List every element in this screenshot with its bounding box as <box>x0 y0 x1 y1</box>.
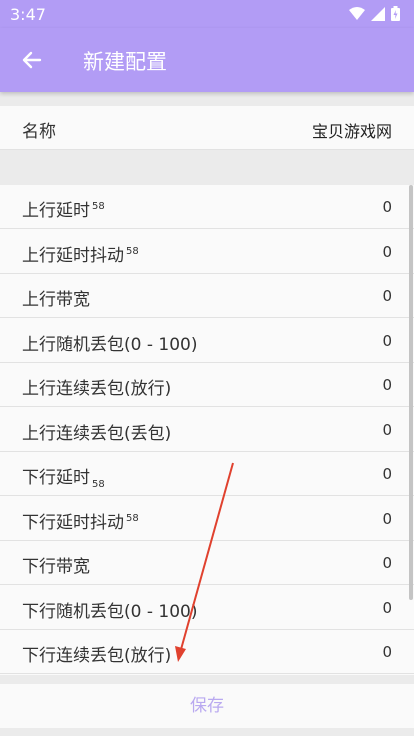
list-item[interactable]: 上行延时 58 0 <box>0 185 414 229</box>
list-item-label: 上行连续丢包(放行) <box>22 379 172 399</box>
page-title: 新建配置 <box>83 50 167 74</box>
list-item-value: 0 <box>382 554 392 572</box>
arrow-left-icon <box>22 51 42 69</box>
list-item[interactable]: 下行随机丢包(0 - 100) 0 <box>0 586 414 630</box>
status-icons <box>349 6 400 21</box>
save-button-label: 保存 <box>190 696 224 716</box>
list-item[interactable]: 下行延时抖动 58 0 <box>0 497 414 541</box>
name-row[interactable]: 名称 宝贝游戏网 <box>0 106 414 150</box>
settings-list[interactable]: 上行延时 58 0 上行延时抖动 58 0 上行带宽 0 上行随机丢包(0 - 10… <box>0 185 414 675</box>
list-item[interactable]: 上行连续丢包(丢包) 0 <box>0 408 414 452</box>
back-button[interactable] <box>12 40 52 80</box>
list-item-label: 上行延时抖动 58 <box>22 245 139 266</box>
list-item-value: 0 <box>382 287 392 305</box>
status-time: 3:47 <box>10 5 46 24</box>
list-item-mark: 58 <box>126 512 139 524</box>
list-item-value: 0 <box>382 465 392 483</box>
battery-icon <box>391 6 400 21</box>
list-item-value: 0 <box>382 198 392 216</box>
list-item[interactable]: 上行连续丢包(放行) 0 <box>0 363 414 407</box>
list-item-mark: 58 <box>92 201 105 213</box>
list-item-label: 上行随机丢包(0 - 100) <box>22 334 198 355</box>
save-button[interactable]: 保存 <box>0 684 414 728</box>
list-item[interactable]: 上行带宽 0 <box>0 274 414 318</box>
list-item-value: 0 <box>382 331 392 350</box>
signal-icon <box>371 6 385 21</box>
list-item-label: 下行随机丢包(0 - 100) <box>22 601 198 622</box>
list-item-label: 下行延时 58 <box>22 468 105 491</box>
list-item-value: 0 <box>382 376 392 394</box>
list-item-label: 下行连续丢包(放行) <box>22 646 172 666</box>
status-bar: 3:47 <box>0 0 414 28</box>
app-bar: 新建配置 <box>0 28 414 92</box>
list-item-mark: 58 <box>92 479 105 491</box>
list-item-value: 0 <box>382 509 392 528</box>
list-item-value: 0 <box>382 598 392 617</box>
list-item-value: 0 <box>382 643 392 661</box>
list-item-value: 0 <box>382 242 392 261</box>
list-item-label: 下行延时抖动 58 <box>22 512 139 533</box>
list-item[interactable]: 上行延时抖动 58 0 <box>0 230 414 274</box>
name-label: 名称 <box>22 122 56 142</box>
list-item-mark: 58 <box>126 245 139 257</box>
name-value: 宝贝游戏网 <box>311 122 392 141</box>
list-item-label: 上行延时 58 <box>22 201 105 221</box>
list-item-label: 上行带宽 <box>22 290 90 310</box>
list-item[interactable]: 下行延时 58 0 <box>0 452 414 496</box>
list-item-value: 0 <box>382 420 392 439</box>
list-item[interactable]: 下行连续丢包(放行) 0 <box>0 630 414 674</box>
list-item-label: 下行带宽 <box>22 557 90 577</box>
list-item-label: 上行连续丢包(丢包) <box>22 423 172 444</box>
scrollbar[interactable] <box>409 185 413 600</box>
list-item[interactable]: 上行随机丢包(0 - 100) 0 <box>0 319 414 363</box>
list-item[interactable]: 下行带宽 0 <box>0 541 414 585</box>
wifi-icon <box>349 6 365 20</box>
